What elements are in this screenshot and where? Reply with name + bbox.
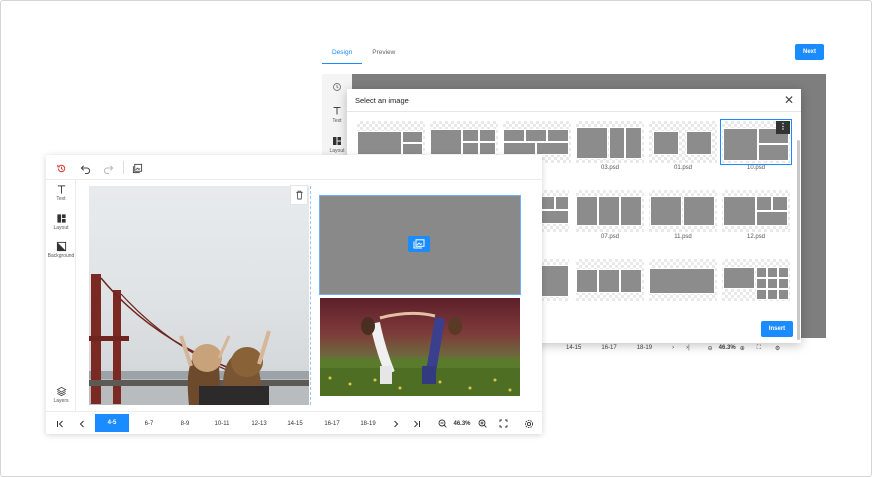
thumbnail-item[interactable]: 11.psd — [649, 190, 717, 242]
redo-icon[interactable] — [101, 161, 115, 175]
page-4-5[interactable]: 4-5 — [95, 414, 129, 432]
prev-page-icon[interactable] — [74, 412, 90, 435]
thumbnail-preview: ⋮ — [720, 119, 792, 165]
thumbnail-preview — [541, 190, 569, 232]
back-settings-icon[interactable]: ⚙ — [775, 345, 780, 352]
next-page-icon[interactable] — [388, 412, 404, 435]
thumbnail-label: 12.psd — [746, 234, 765, 240]
replace-image-button[interactable] — [408, 236, 430, 252]
layout-icon — [333, 137, 341, 145]
thumbnail-item[interactable]: 03.psd — [576, 121, 644, 173]
zoom-out-icon[interactable] — [434, 412, 450, 435]
tab-preview[interactable]: Preview — [362, 44, 405, 64]
thumbnail-item[interactable]: 01.psd — [649, 121, 717, 173]
spread-center-guide — [310, 186, 311, 405]
next-button[interactable]: Next — [795, 44, 824, 60]
sidebar-item-background[interactable]: Background — [46, 241, 76, 259]
back-last-icon[interactable]: ›| — [686, 345, 690, 351]
thumbnail-preview — [649, 190, 717, 232]
text-icon — [333, 107, 341, 115]
editor-sidebar: Text Layout Background Layers — [46, 180, 76, 411]
close-icon[interactable]: ✕ — [784, 93, 794, 107]
editor-toolbar — [46, 155, 542, 180]
back-fullscreen-icon[interactable]: ⛶ — [757, 345, 761, 352]
sidebar-item-label: Layers — [53, 398, 69, 404]
sidebar-item-label: Background — [47, 253, 75, 259]
background-icon — [56, 241, 66, 252]
thumbnail-preview — [541, 259, 569, 301]
thumbnail-preview — [722, 259, 790, 301]
layout-icon — [56, 214, 66, 223]
sidebar-item-label: Text — [56, 196, 66, 202]
add-image-icon[interactable] — [130, 161, 144, 175]
thumbnail-label: 10.psd — [746, 165, 765, 171]
sidebar-item-text[interactable]: Text — [46, 184, 76, 202]
page-18-19[interactable]: 18-19 — [351, 412, 385, 435]
thumbnail-preview — [722, 190, 790, 232]
settings-icon[interactable] — [520, 412, 538, 435]
history-icon — [333, 83, 341, 91]
photo-dancers-field[interactable] — [320, 298, 520, 396]
thumbnail-preview — [576, 190, 644, 232]
more-options-icon[interactable]: ⋮ — [776, 121, 790, 134]
sidebar-item-layout[interactable]: Layout — [46, 213, 76, 231]
thumbnail-label: 07.psd — [600, 234, 619, 240]
page-12-13[interactable]: 12-13 — [242, 412, 276, 435]
first-page-icon[interactable] — [52, 412, 68, 435]
thumbnail-preview — [576, 121, 644, 163]
modal-title: Select an image — [355, 96, 409, 105]
thumbnail-item-selected[interactable]: ⋮ 10.psd — [720, 119, 792, 173]
back-next-icon[interactable]: › — [672, 345, 674, 351]
page-16-17[interactable]: 16-17 — [315, 412, 349, 435]
back-page-16-17[interactable]: 16-17 — [601, 345, 616, 351]
image-icon — [413, 239, 425, 249]
front-editor: Text Layout Background Layers 4-5 6-7 8-… — [46, 155, 542, 434]
zoom-in-icon[interactable] — [474, 412, 490, 435]
page-8-9[interactable]: 8-9 — [168, 412, 202, 435]
thumbnail-label: 01.psd — [673, 165, 692, 171]
page-6-7[interactable]: 6-7 — [132, 412, 166, 435]
page-10-11[interactable]: 10-11 — [205, 412, 239, 435]
thumbnail-preview — [649, 121, 717, 163]
back-zoom-in-icon[interactable]: ⊕ — [740, 345, 745, 352]
thumbnail-item[interactable]: 07.psd — [576, 190, 644, 242]
back-zoom-out-icon[interactable]: ⊖ — [708, 345, 713, 352]
text-icon — [57, 185, 65, 194]
thumbnail-label: 03.psd — [600, 165, 619, 171]
undo-icon[interactable] — [78, 161, 92, 175]
back-page-18-19[interactable]: 18-19 — [637, 345, 652, 351]
thumbnail-preview — [576, 259, 644, 301]
thumbnail-item[interactable] — [649, 259, 717, 311]
toolbar-divider — [123, 161, 124, 174]
modal-scrollbar[interactable] — [797, 140, 800, 340]
back-page-14-15[interactable]: 14-15 — [566, 345, 581, 351]
photo-golden-gate-girls[interactable] — [89, 186, 309, 405]
insert-button[interactable]: Insert — [761, 321, 793, 337]
editor-pagination: 4-5 6-7 8-9 10-11 12-13 14-15 16-17 18-1… — [46, 411, 542, 434]
delete-button[interactable] — [290, 185, 308, 205]
fullscreen-icon[interactable] — [495, 412, 511, 435]
zoom-level: 46.3% — [453, 420, 471, 427]
thumbnail-item[interactable] — [576, 259, 644, 311]
back-tabs: Design Preview — [322, 44, 405, 64]
thumbnail-item[interactable]: 12.psd — [722, 190, 790, 242]
back-zoom-level: 46.3% — [718, 345, 736, 351]
trash-icon — [295, 190, 303, 200]
history-icon[interactable] — [54, 161, 68, 175]
thumbnail-label: 11.psd — [674, 234, 692, 240]
layers-icon — [56, 386, 66, 397]
last-page-icon[interactable] — [409, 412, 425, 435]
tab-design[interactable]: Design — [322, 44, 363, 64]
page-14-15[interactable]: 14-15 — [278, 412, 312, 435]
sidebar-item-label: Layout — [53, 225, 69, 231]
sidebar-item-layers[interactable]: Layers — [46, 386, 76, 404]
thumbnail-item[interactable] — [722, 259, 790, 311]
thumbnail-preview — [649, 259, 717, 301]
